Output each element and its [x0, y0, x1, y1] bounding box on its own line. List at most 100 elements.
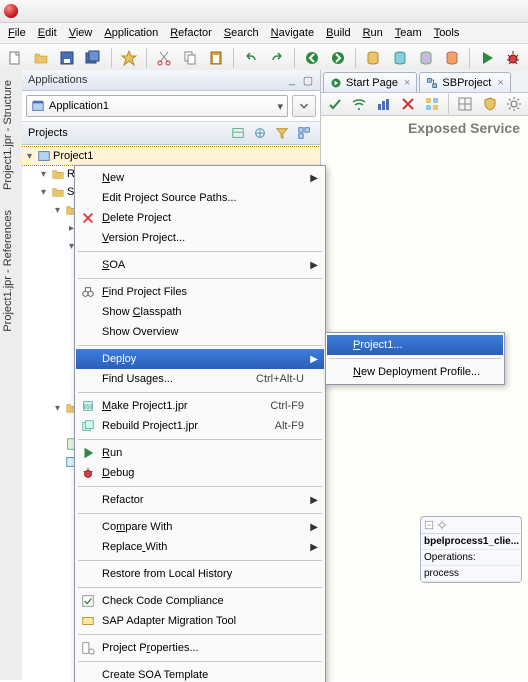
- delete-button[interactable]: [398, 92, 418, 116]
- deploy-submenu[interactable]: Project1... New Deployment Profile...: [325, 332, 505, 385]
- menu-item-label: Show Overview: [102, 326, 178, 338]
- shield-button[interactable]: [479, 92, 499, 116]
- ctx-rebuild-project1-jpr[interactable]: Rebuild Project1.jprAlt-F9: [76, 416, 324, 436]
- ctx-find-usages[interactable]: Find Usages...Ctrl+Alt-U: [76, 369, 324, 389]
- menu-separator: [78, 439, 322, 440]
- menu-application[interactable]: Application: [98, 25, 164, 41]
- debug-button[interactable]: [502, 46, 524, 70]
- ctx-new[interactable]: New▶: [76, 168, 324, 188]
- back-button[interactable]: [301, 46, 323, 70]
- deploy-new-deployment-profile[interactable]: New Deployment Profile...: [327, 362, 503, 382]
- paste-button[interactable]: [205, 46, 227, 70]
- ctx-sap-adapter-migration-tool[interactable]: SAP Adapter Migration Tool: [76, 611, 324, 631]
- grid-button[interactable]: [422, 92, 442, 116]
- collapse-icon[interactable]: [424, 520, 434, 530]
- projects-toolbutton-1[interactable]: [228, 124, 248, 142]
- node-row: Operations:: [421, 550, 521, 566]
- menu-view[interactable]: View: [63, 25, 99, 41]
- composite-canvas[interactable]: Exposed Service bpelprocess1_clie... Ope…: [321, 116, 528, 680]
- undo-button[interactable]: [240, 46, 262, 70]
- check-icon: [80, 593, 96, 609]
- projects-filter-button[interactable]: [272, 124, 292, 142]
- tab-sbproject[interactable]: SBProject ×: [419, 72, 510, 92]
- open-button[interactable]: [30, 46, 52, 70]
- ctx-delete-project[interactable]: Delete Project: [76, 208, 324, 228]
- projects-toolbutton-4[interactable]: [294, 124, 314, 142]
- ctx-debug[interactable]: Debug: [76, 463, 324, 483]
- ctx-deploy[interactable]: Deploy▶: [76, 349, 324, 369]
- svg-text:010: 010: [84, 405, 93, 411]
- deploy-project1[interactable]: Project1...: [327, 335, 503, 355]
- ctx-show-overview[interactable]: Show Overview: [76, 322, 324, 342]
- application-combo[interactable]: Application1 ▾: [26, 95, 288, 117]
- ctx-project-properties[interactable]: Project Properties...: [76, 638, 324, 658]
- ctx-show-classpath[interactable]: Show Classpath: [76, 302, 324, 322]
- layout-button[interactable]: [455, 92, 475, 116]
- close-icon[interactable]: ×: [404, 77, 410, 89]
- side-tab-structure[interactable]: Project1.jpr - Structure: [0, 70, 16, 200]
- side-tab-references[interactable]: Project1.jpr - References: [0, 200, 16, 342]
- validate-button[interactable]: [325, 92, 345, 116]
- db-button-4[interactable]: [441, 46, 463, 70]
- new-application-button[interactable]: [292, 95, 316, 117]
- project-context-menu[interactable]: New▶Edit Project Source Paths...Delete P…: [74, 165, 326, 682]
- forward-button[interactable]: [327, 46, 349, 70]
- ctx-edit-project-source-paths[interactable]: Edit Project Source Paths...: [76, 188, 324, 208]
- menu-navigate[interactable]: Navigate: [265, 25, 320, 41]
- tab-start-page[interactable]: Start Page ×: [323, 72, 417, 92]
- submenu-arrow-icon: ▶: [310, 354, 318, 365]
- menu-bar: FileEditViewApplicationRefactorSearchNav…: [0, 23, 528, 44]
- menu-run[interactable]: Run: [357, 25, 389, 41]
- save-all-button[interactable]: [82, 46, 104, 70]
- tree-node-project[interactable]: ▾ Project1: [22, 147, 320, 165]
- new-button[interactable]: [4, 46, 26, 70]
- toolbar-sep: [469, 48, 470, 68]
- badge-button[interactable]: [117, 46, 139, 70]
- ctx-compare-with[interactable]: Compare With▶: [76, 517, 324, 537]
- menu-file[interactable]: File: [2, 25, 32, 41]
- tree-expand-icon[interactable]: ▾: [38, 187, 49, 198]
- menu-build[interactable]: Build: [320, 25, 356, 41]
- ctx-soa[interactable]: SOA▶: [76, 255, 324, 275]
- tree-expand-icon[interactable]: ▾: [38, 169, 49, 180]
- menu-search[interactable]: Search: [218, 25, 265, 41]
- ctx-restore-from-local-history[interactable]: Restore from Local History: [76, 564, 324, 584]
- ctx-create-soa-template[interactable]: Create SOA Template: [76, 665, 324, 682]
- wifi-button[interactable]: [349, 92, 369, 116]
- cut-button[interactable]: [153, 46, 175, 70]
- menu-team[interactable]: Team: [389, 25, 428, 41]
- redo-button[interactable]: [266, 46, 288, 70]
- tab-label: Start Page: [346, 77, 398, 89]
- menu-item-label: Make Project1.jpr: [102, 400, 188, 412]
- tree-expand-icon[interactable]: ▾: [24, 151, 35, 162]
- run-button[interactable]: [476, 46, 498, 70]
- menu-separator: [78, 560, 322, 561]
- copy-button[interactable]: [179, 46, 201, 70]
- panel-restore-icon[interactable]: ▢: [302, 74, 314, 86]
- menu-edit[interactable]: Edit: [32, 25, 63, 41]
- gear-button[interactable]: [504, 92, 524, 116]
- projects-toolbutton-2[interactable]: [250, 124, 270, 142]
- ctx-refactor[interactable]: Refactor▶: [76, 490, 324, 510]
- ctx-version-project[interactable]: Version Project...: [76, 228, 324, 248]
- db-button-1[interactable]: [362, 46, 384, 70]
- folder-icon: [51, 167, 65, 181]
- chart-button[interactable]: [374, 92, 394, 116]
- service-node[interactable]: bpelprocess1_clie... Operations: process: [420, 516, 522, 583]
- ctx-make-project1-jpr[interactable]: 010Make Project1.jprCtrl-F9: [76, 396, 324, 416]
- menu-refactor[interactable]: Refactor: [164, 25, 218, 41]
- db-button-2[interactable]: [388, 46, 410, 70]
- ctx-run[interactable]: Run: [76, 443, 324, 463]
- menu-tools[interactable]: Tools: [428, 25, 466, 41]
- delete-icon: [80, 210, 96, 226]
- save-button[interactable]: [56, 46, 78, 70]
- project-icon: [37, 149, 51, 163]
- ctx-check-code-compliance[interactable]: Check Code Compliance: [76, 591, 324, 611]
- ctx-replace-with[interactable]: Replace With▶: [76, 537, 324, 557]
- panel-minimize-icon[interactable]: _: [286, 74, 298, 86]
- ctx-find-project-files[interactable]: Find Project Files: [76, 282, 324, 302]
- db-button-3[interactable]: [415, 46, 437, 70]
- menu-item-label: New: [102, 172, 124, 184]
- close-icon[interactable]: ×: [497, 77, 503, 89]
- toolbar-sep: [294, 48, 295, 68]
